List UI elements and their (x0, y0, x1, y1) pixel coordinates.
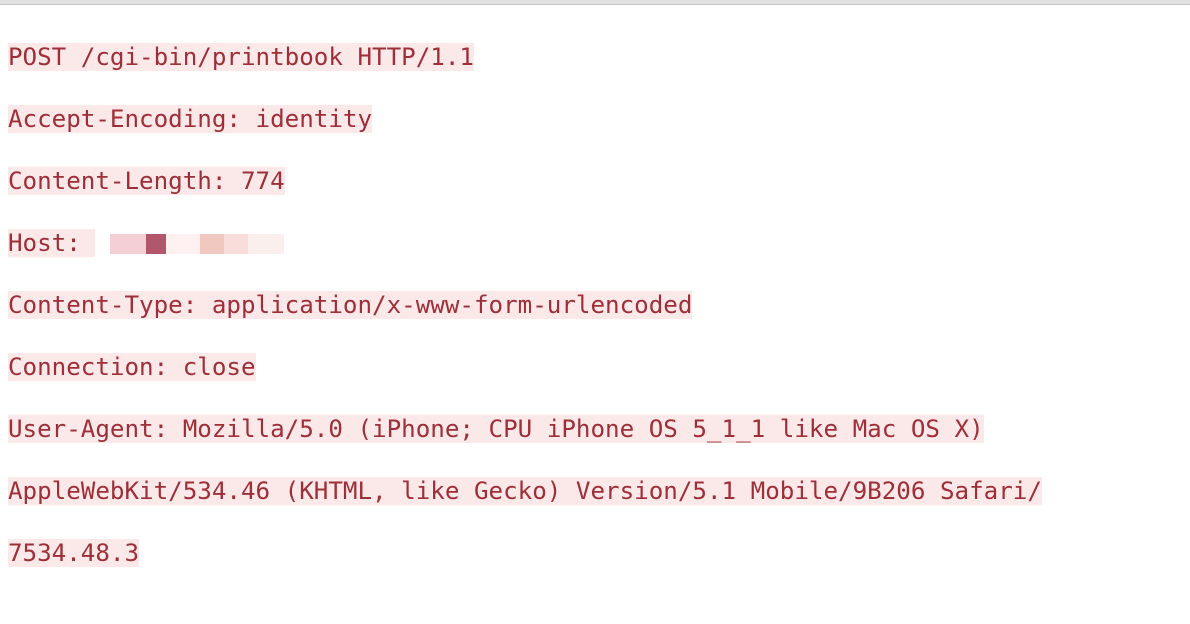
redacted-host (110, 234, 284, 254)
header-host: Host: (8, 228, 1182, 259)
header-content-type: Content-Type: application/x-www-form-url… (8, 290, 1182, 321)
host-label: Host: (8, 229, 95, 257)
content-type-text: Content-Type: application/x-www-form-url… (8, 291, 692, 319)
user-agent-2-text: AppleWebKit/534.46 (KHTML, like Gecko) V… (8, 477, 1042, 505)
http-capture: POST /cgi-bin/printbook HTTP/1.1 Accept-… (0, 5, 1190, 624)
user-agent-3-text: 7534.48.3 (8, 539, 139, 567)
request-line: POST /cgi-bin/printbook HTTP/1.1 (8, 42, 1182, 73)
header-content-length: Content-Length: 774 (8, 166, 1182, 197)
header-user-agent-3: 7534.48.3 (8, 538, 1182, 569)
connection-text: Connection: close (8, 353, 256, 381)
header-user-agent-1: User-Agent: Mozilla/5.0 (iPhone; CPU iPh… (8, 414, 1182, 445)
accept-encoding-text: Accept-Encoding: identity (8, 105, 372, 133)
content-length-text: Content-Length: 774 (8, 167, 285, 195)
header-connection: Connection: close (8, 352, 1182, 383)
header-accept-encoding: Accept-Encoding: identity (8, 104, 1182, 135)
blank-line (8, 600, 1182, 624)
user-agent-1-text: User-Agent: Mozilla/5.0 (iPhone; CPU iPh… (8, 415, 984, 443)
header-user-agent-2: AppleWebKit/534.46 (KHTML, like Gecko) V… (8, 476, 1182, 507)
request-line-text: POST /cgi-bin/printbook HTTP/1.1 (8, 43, 474, 71)
